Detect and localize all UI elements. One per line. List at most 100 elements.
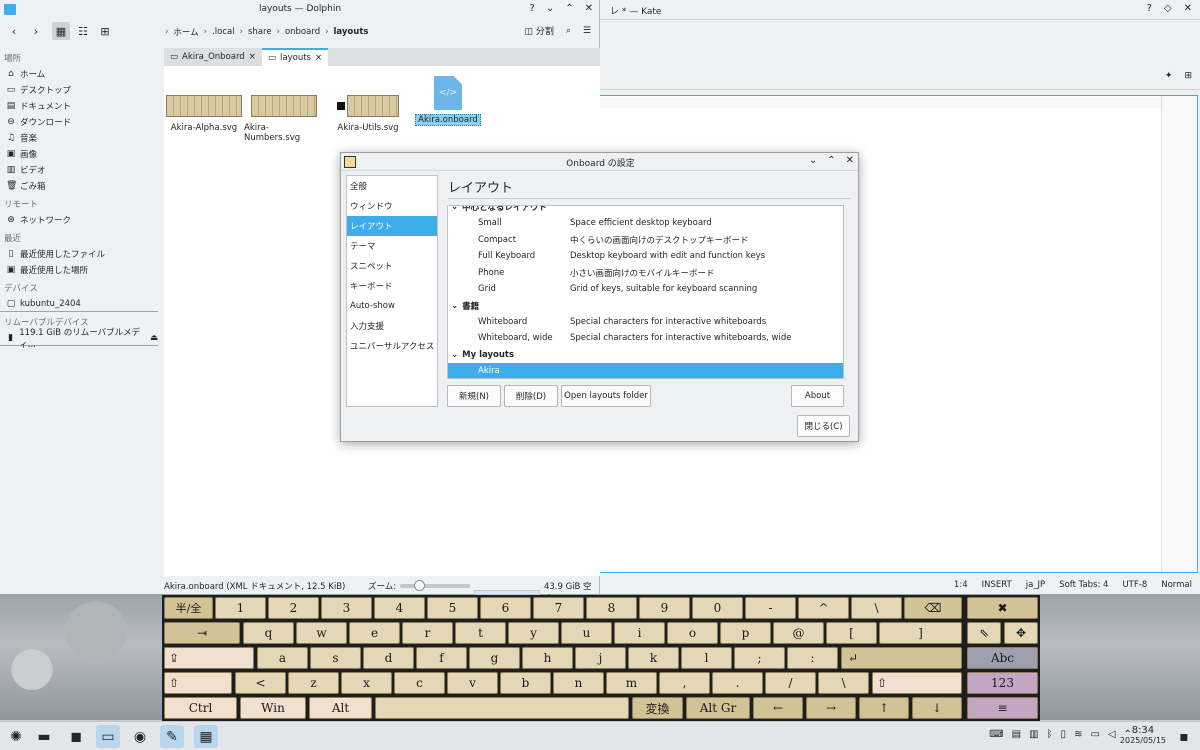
key-semicolon[interactable]: ; bbox=[734, 647, 785, 669]
nav-universal-access[interactable]: ユニバーサルアクセス bbox=[347, 336, 437, 356]
close-icon[interactable]: ✕ bbox=[585, 3, 593, 14]
key-close-keyboard[interactable]: ✖ bbox=[967, 597, 1038, 619]
key-hankaku[interactable]: 半/全 bbox=[164, 597, 213, 619]
file-item[interactable]: Akira-Utils.svg bbox=[328, 74, 408, 133]
sidebar-item-desktop[interactable]: ▭ デスクトップ bbox=[0, 82, 162, 98]
key-i[interactable]: i bbox=[614, 622, 665, 644]
clock[interactable]: 8:34 2025/05/15 bbox=[1120, 725, 1166, 745]
sidebar-item-network[interactable]: ⊛ ネットワーク bbox=[0, 212, 162, 228]
nav-keyboard[interactable]: キーボード bbox=[347, 276, 437, 296]
group-my-layouts[interactable]: ⌄ My layouts bbox=[448, 347, 843, 363]
key-shift-left[interactable]: ⇧ bbox=[164, 672, 232, 694]
key-tab[interactable]: ⇥ bbox=[164, 622, 240, 644]
key-backslash[interactable]: \ bbox=[818, 672, 869, 694]
input-mode[interactable]: INSERT bbox=[982, 580, 1012, 590]
help-icon[interactable]: ? bbox=[1147, 3, 1152, 14]
split-button[interactable]: ◫ 分割 bbox=[524, 24, 553, 37]
eject-icon[interactable]: ⏏ bbox=[150, 333, 158, 343]
breadcrumb-home[interactable]: ホーム bbox=[173, 26, 198, 38]
key-period[interactable]: . bbox=[712, 672, 763, 694]
sidebar-item-music[interactable]: ♫ 音楽 bbox=[0, 130, 162, 146]
back-icon[interactable]: ‹ bbox=[6, 22, 22, 40]
forward-icon[interactable]: › bbox=[28, 22, 44, 40]
close-icon[interactable]: ✕ bbox=[846, 155, 854, 166]
key-move[interactable]: ✥ bbox=[1004, 622, 1038, 644]
key-arrow-left[interactable]: ← bbox=[753, 697, 803, 719]
key-arrow-up[interactable]: ↑ bbox=[859, 697, 909, 719]
kate-titlebar[interactable]: レ * — Kate ? ◇ ✕ bbox=[598, 0, 1200, 20]
tab-close-icon[interactable]: × bbox=[249, 52, 256, 62]
key-2[interactable]: 2 bbox=[268, 597, 319, 619]
breadcrumb-local[interactable]: .local bbox=[212, 27, 235, 37]
dolphin-taskbar-icon[interactable]: ▭ bbox=[96, 725, 120, 748]
nav-input-assist[interactable]: 入力支援 bbox=[347, 316, 437, 336]
key-q[interactable]: q bbox=[243, 622, 294, 644]
zoom-slider-handle[interactable] bbox=[414, 580, 426, 591]
key-3[interactable]: 3 bbox=[321, 597, 372, 619]
sidebar-item-recent-places[interactable]: ▣ 最近使用した場所 bbox=[0, 262, 162, 278]
key-minus[interactable]: - bbox=[745, 597, 796, 619]
compact-view-icon[interactable]: ☷ bbox=[74, 22, 92, 40]
tab-close-icon[interactable]: × bbox=[315, 53, 322, 63]
dialog-titlebar[interactable]: Onboard の設定 ⌄ ⌃ ✕ bbox=[341, 153, 858, 171]
cursor-position[interactable]: 1:4 bbox=[954, 580, 968, 590]
layout-row-selected[interactable]: Akira bbox=[448, 362, 843, 378]
icons-view-icon[interactable]: ▦ bbox=[52, 22, 70, 40]
sidebar-item-trash[interactable]: 🗑 ごみ箱 bbox=[0, 178, 162, 194]
key-colon[interactable]: : bbox=[787, 647, 838, 669]
kate-taskbar-icon[interactable]: ✎ bbox=[160, 725, 184, 748]
key-k[interactable]: k bbox=[628, 647, 679, 669]
key-arrow-down[interactable]: ↓ bbox=[912, 697, 962, 719]
devices-icon[interactable]: ▯ bbox=[1061, 729, 1067, 740]
delete-button[interactable]: 削除(D) bbox=[504, 385, 558, 407]
sidebar-item-removable[interactable]: ▮ 119.1 GiB のリムーバブルメディ... ⏏ bbox=[0, 328, 158, 350]
key-comma[interactable]: , bbox=[659, 672, 710, 694]
key-n[interactable]: n bbox=[553, 672, 604, 694]
key-capslock[interactable]: ⇪ bbox=[164, 647, 254, 669]
show-desktop-icon[interactable]: ▪ bbox=[1172, 725, 1196, 748]
breadcrumb-share[interactable]: share bbox=[248, 27, 272, 37]
key-c[interactable]: c bbox=[394, 672, 445, 694]
key-y[interactable]: y bbox=[508, 622, 559, 644]
key-r[interactable]: r bbox=[402, 622, 453, 644]
layout-row[interactable]: Whiteboard Special characters for interac… bbox=[448, 314, 843, 331]
firefox-icon[interactable]: ◉ bbox=[128, 725, 152, 748]
indentation[interactable]: Soft Tabs: 4 bbox=[1059, 580, 1108, 590]
maximize-icon[interactable]: ⌃ bbox=[827, 155, 835, 166]
key-z[interactable]: z bbox=[288, 672, 339, 694]
key-ctrl[interactable]: Ctrl bbox=[164, 697, 237, 719]
key-0[interactable]: 0 bbox=[692, 597, 743, 619]
group-core-layouts[interactable]: ⌄ 中心となるレイアウト bbox=[448, 206, 843, 215]
key-8[interactable]: 8 bbox=[586, 597, 637, 619]
group-books[interactable]: ⌄ 書籍 bbox=[448, 298, 843, 314]
nav-layout[interactable]: レイアウト bbox=[347, 216, 437, 236]
layout-row[interactable]: Full Keyboard Desktop keyboard with edit … bbox=[448, 248, 843, 265]
key-v[interactable]: v bbox=[447, 672, 498, 694]
dictionary[interactable]: ja_JP bbox=[1026, 580, 1045, 590]
key-henkan[interactable]: 変換 bbox=[632, 697, 683, 719]
nav-snippets[interactable]: スニペット bbox=[347, 256, 437, 276]
maximize-icon[interactable]: ⌃ bbox=[565, 3, 573, 14]
about-button[interactable]: About bbox=[791, 385, 844, 407]
key-1[interactable]: 1 bbox=[215, 597, 266, 619]
key-a[interactable]: a bbox=[257, 647, 308, 669]
key-space[interactable] bbox=[375, 697, 629, 719]
key-enter[interactable]: ↵ bbox=[841, 647, 962, 669]
nav-auto-show[interactable]: Auto-show bbox=[347, 296, 437, 316]
close-button[interactable]: 閉じる(C) bbox=[797, 415, 850, 437]
minimize-icon[interactable]: ⌄ bbox=[546, 3, 554, 14]
details-view-icon[interactable]: ⊞ bbox=[96, 22, 114, 40]
layout-row[interactable]: Phone 小さい画面向けのモバイルキーボード bbox=[448, 265, 843, 282]
nav-window[interactable]: ウィンドウ bbox=[347, 196, 437, 216]
key-b[interactable]: b bbox=[500, 672, 551, 694]
hamburger-menu-icon[interactable]: ☰ bbox=[583, 26, 591, 36]
minimap[interactable] bbox=[1161, 96, 1197, 572]
key-w[interactable]: w bbox=[296, 622, 347, 644]
sidebar-item-kubuntu[interactable]: ▢ kubuntu_2404 bbox=[0, 296, 158, 312]
key-j[interactable]: j bbox=[575, 647, 626, 669]
volume-icon[interactable]: ◁ bbox=[1108, 729, 1116, 740]
key-altgr[interactable]: Alt Gr bbox=[686, 697, 750, 719]
nav-theme[interactable]: テーマ bbox=[347, 236, 437, 256]
sidebar-item-recent-files[interactable]: ▯ 最近使用したファイル bbox=[0, 246, 162, 262]
onboard-tray-icon[interactable]: ▥ bbox=[1029, 729, 1038, 740]
